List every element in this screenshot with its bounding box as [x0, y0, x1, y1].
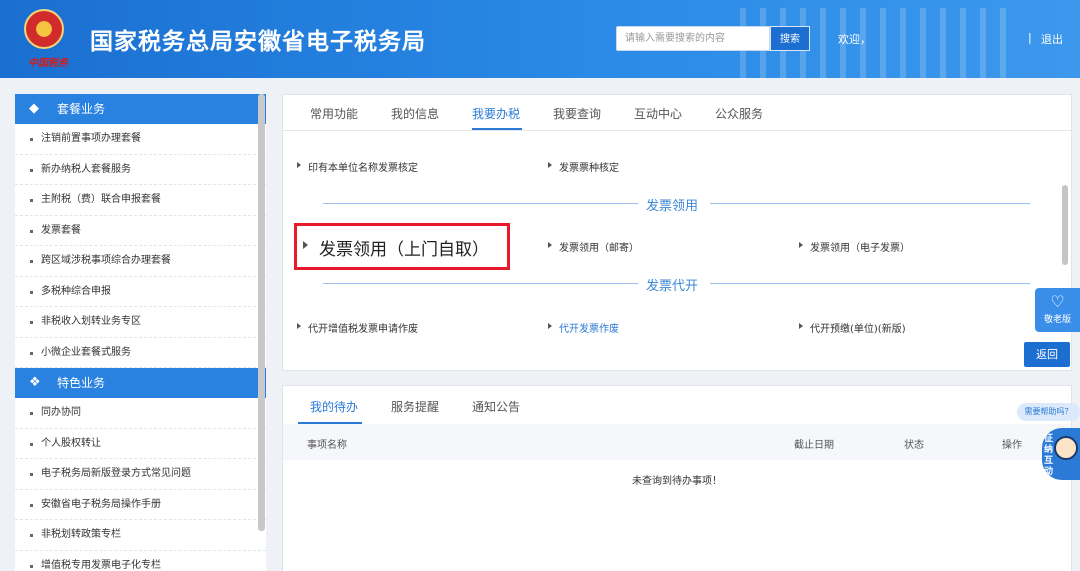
- sidebar-item[interactable]: 非税划转政策专栏: [15, 520, 266, 551]
- welcome-text: 欢迎，: [838, 33, 871, 46]
- column-status: 状态: [904, 440, 924, 451]
- link-invoice-type-approval[interactable]: 发票票种核定: [548, 159, 619, 174]
- column-item-name: 事项名称: [307, 440, 347, 451]
- tab-notice[interactable]: 通知公告: [472, 398, 520, 415]
- back-button[interactable]: 返回: [1024, 342, 1070, 367]
- assistant-avatar[interactable]: 征纳互动: [1042, 428, 1080, 480]
- panel-scrollbar[interactable]: [1062, 185, 1068, 265]
- tab-interaction[interactable]: 互动中心: [634, 105, 682, 122]
- table-header: 事项名称 截止日期 状态 操作: [283, 424, 1071, 460]
- divider: [710, 203, 1030, 204]
- sidebar-item[interactable]: 注销前置事项办理套餐: [15, 124, 266, 155]
- section-invoice-collect: 发票领用: [646, 199, 699, 214]
- tax-emblem-icon: [24, 9, 64, 49]
- sidebar-item[interactable]: 个人股权转让: [15, 429, 266, 459]
- divider: [323, 283, 638, 284]
- search-input[interactable]: 请输入需要搜索的内容: [616, 26, 770, 51]
- search-button[interactable]: 搜索: [770, 26, 810, 51]
- tab-common[interactable]: 常用功能: [310, 105, 358, 122]
- tab-tax-handling[interactable]: 我要办税: [472, 105, 520, 122]
- divider: [710, 283, 1030, 284]
- logo-signature: 中国税务: [28, 58, 68, 69]
- tab-my-todo[interactable]: 我的待办: [310, 398, 358, 415]
- main-panel: 常用功能 我的信息 我要办税 我要查询 互动中心 公众服务 印有本单位名称发票核…: [282, 94, 1072, 371]
- elder-mode-label: 敬老版: [1043, 315, 1071, 325]
- tab-my-info[interactable]: 我的信息: [391, 105, 439, 122]
- sidebar: ◆ 套餐业务 注销前置事项办理套餐 新办纳税人套餐服务 主附税（费）联合申报套餐…: [15, 94, 266, 571]
- tab-service-reminder[interactable]: 服务提醒: [391, 398, 439, 415]
- sidebar-section-title: 套餐业务: [57, 102, 106, 116]
- sidebar-section-title: 特色业务: [57, 376, 106, 390]
- section-invoice-issue: 发票代开: [646, 279, 699, 294]
- header-banner: 中国税务 国家税务总局安徽省电子税务局 请输入需要搜索的内容 搜索 欢迎， | …: [0, 0, 1080, 78]
- elder-mode-button[interactable]: ♡ 敬老版: [1035, 288, 1080, 332]
- sidebar-item[interactable]: 安徽省电子税务局操作手册: [15, 490, 266, 520]
- column-action: 操作: [1002, 440, 1022, 451]
- help-tooltip[interactable]: 需要帮助吗？: [1017, 403, 1080, 421]
- main-tabs: 常用功能 我的信息 我要办税 我要查询 互动中心 公众服务: [283, 95, 1071, 131]
- link-invoice-collect-electronic[interactable]: 发票领用（电子发票）: [799, 239, 910, 254]
- layers-icon: ◆: [29, 101, 39, 116]
- header-separator: |: [1028, 31, 1032, 44]
- todo-panel: 我的待办 服务提醒 通知公告 事项名称 截止日期 状态 操作 未查询到待办事项！: [282, 385, 1072, 571]
- link-invoice-collect-mail[interactable]: 发票领用（邮寄）: [548, 239, 639, 254]
- column-deadline: 截止日期: [794, 440, 834, 451]
- link-invoice-collect-pickup[interactable]: 发票领用（上门自取）: [303, 235, 489, 260]
- sidebar-item[interactable]: 多税种综合申报: [15, 277, 266, 307]
- assistant-face-icon: [1054, 436, 1078, 460]
- sidebar-item[interactable]: 小微企业套餐式服务: [15, 338, 266, 368]
- tab-public-service[interactable]: 公众服务: [715, 105, 763, 122]
- sidebar-item[interactable]: 新办纳税人套餐服务: [15, 155, 266, 185]
- sidebar-item[interactable]: 主附税（费）联合申报套餐: [15, 185, 266, 216]
- sidebar-item[interactable]: 非税收入划转业务专区: [15, 307, 266, 338]
- sidebar-section-features[interactable]: ❖ 特色业务: [15, 368, 266, 398]
- sidebar-item[interactable]: 发票套餐: [15, 216, 266, 246]
- sidebar-item[interactable]: 同办协同: [15, 398, 266, 429]
- sidebar-item[interactable]: 电子税务局新版登录方式常见问题: [15, 459, 266, 490]
- link-void-vat-invoice-request[interactable]: 代开增值税发票申请作废: [297, 320, 418, 335]
- tab-query[interactable]: 我要查询: [553, 105, 601, 122]
- sidebar-item[interactable]: 跨区域涉税事项综合办理套餐: [15, 246, 266, 277]
- link-invoice-name-approval[interactable]: 印有本单位名称发票核定: [297, 159, 418, 174]
- site-title: 国家税务总局安徽省电子税务局: [90, 29, 426, 55]
- grid-icon: ❖: [29, 375, 41, 390]
- divider: [323, 203, 638, 204]
- sidebar-scrollbar[interactable]: [258, 94, 265, 531]
- logout-link[interactable]: 退出: [1041, 31, 1063, 47]
- empty-message: 未查询到待办事项！: [632, 476, 722, 487]
- sidebar-section-packages[interactable]: ◆ 套餐业务: [15, 94, 266, 124]
- active-tab-indicator: [472, 128, 522, 130]
- assistant-label: 征纳互动: [1044, 434, 1054, 477]
- link-void-issued-invoice[interactable]: 代开发票作废: [548, 320, 619, 335]
- link-prepay-unit-new[interactable]: 代开预缴(单位)(新版): [799, 320, 906, 335]
- sidebar-item[interactable]: 增值税专用发票电子化专栏: [15, 551, 266, 571]
- heart-hand-icon: ♡: [1050, 292, 1065, 311]
